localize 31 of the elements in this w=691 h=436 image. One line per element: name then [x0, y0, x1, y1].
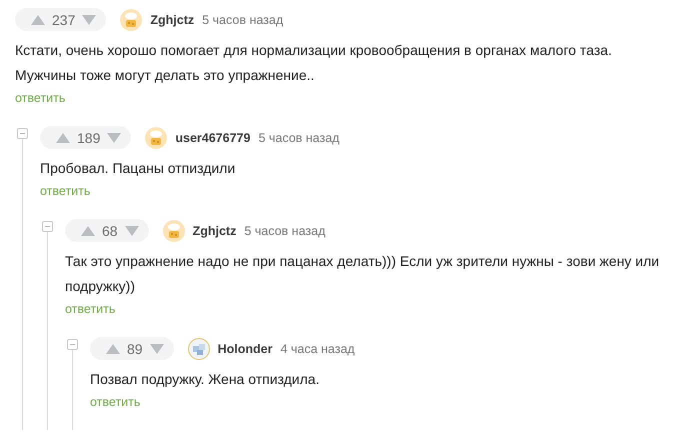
comment-text: Позвал подружку. Жена отпиздила.	[90, 370, 320, 389]
username[interactable]: Holonder	[218, 342, 272, 356]
comment-time: 5 часов назад	[202, 12, 284, 26]
avatar-icon[interactable]	[145, 126, 168, 148]
avatar-icon[interactable]	[120, 8, 142, 30]
comment-text: Пробовал. Пацаны отпиздили	[40, 159, 236, 178]
upvote-icon[interactable]	[31, 14, 45, 24]
collapse-icon[interactable]	[17, 128, 28, 139]
upvote-icon[interactable]	[81, 226, 95, 236]
collapse-icon[interactable]	[67, 339, 78, 350]
comment-time: 4 часа назад	[280, 342, 355, 356]
vote-count: 189	[77, 130, 100, 146]
downvote-icon[interactable]	[150, 344, 164, 354]
vote-count: 237	[52, 12, 76, 28]
collapse-icon[interactable]	[42, 221, 53, 232]
username[interactable]: Zghjctz	[150, 12, 194, 26]
comment-text: Так это упражнение надо не при пацанах делать))) Если уж зрители нужны - зови жену или подружку))	[65, 252, 660, 296]
vote-count: 68	[102, 222, 118, 238]
downvote-icon[interactable]	[82, 14, 96, 24]
downvote-icon[interactable]	[107, 132, 122, 142]
username[interactable]: user4676779	[175, 130, 250, 144]
comment-text: Кстати, очень хорошо помогает для нормализации кровообращения в органах малого таза. Мужчины тоже могут делать это упражнение..	[15, 41, 613, 85]
username[interactable]: Zghjctz	[192, 224, 236, 238]
vote-count: 89	[127, 340, 143, 356]
comment-time: 5 часов назад	[244, 224, 326, 238]
upvote-icon[interactable]	[56, 132, 70, 142]
avatar-icon[interactable]	[188, 338, 210, 360]
downvote-icon[interactable]	[124, 226, 139, 236]
avatar-icon[interactable]	[162, 220, 185, 242]
upvote-icon[interactable]	[106, 344, 120, 354]
comment-time: 5 часов назад	[258, 130, 340, 144]
